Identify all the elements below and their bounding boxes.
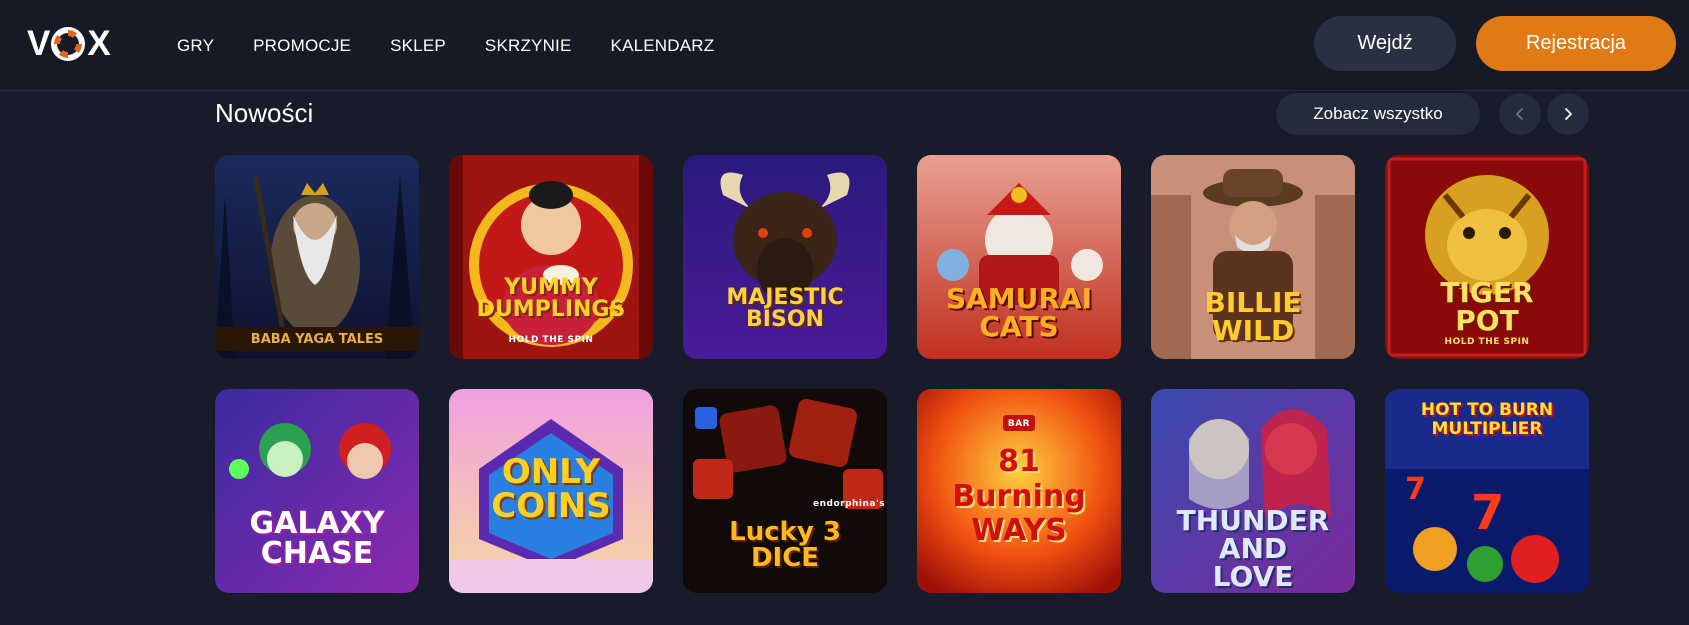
game-brand: endorphina's xyxy=(813,499,886,509)
game-title: GALAXY CHASE xyxy=(249,506,385,571)
top-header: V X GRY PROMOCJE SKLEP SKRZYNIE KALENDAR… xyxy=(0,0,1689,91)
game-tile-hot-to-burn-multiplier[interactable]: 7 7 HOT TO BURN MULTIPLIER xyxy=(1385,389,1589,593)
game-title: THUNDER AND LOVE xyxy=(1176,504,1330,593)
logo-letter-v: V xyxy=(27,24,50,63)
see-all-button[interactable]: Zobacz wszystko xyxy=(1276,93,1480,135)
game-tile-baba-yaga-tales[interactable]: BABA YAGA TALES xyxy=(215,155,419,359)
game-tile-81-burning-ways[interactable]: BAR 81 Burning WAYS xyxy=(917,389,1121,593)
game-tile-tiger-pot[interactable]: TIGER POT HOLD THE SPIN xyxy=(1385,155,1589,359)
game-badge: BAR xyxy=(1007,419,1031,429)
carousel-prev-button[interactable] xyxy=(1499,93,1541,135)
section-title: Nowości xyxy=(215,98,314,128)
nav-item-gry[interactable]: GRY xyxy=(177,36,214,56)
chevron-left-icon xyxy=(1516,108,1523,120)
game-title: BILLIE WILD xyxy=(1204,286,1302,347)
game-tile-majestic-bison[interactable]: MAJESTIC BISON xyxy=(683,155,887,359)
login-button[interactable]: Wejdź xyxy=(1314,16,1456,71)
nav-item-promocje[interactable]: PROMOCJE xyxy=(253,36,351,56)
game-title: MAJESTIC BISON xyxy=(726,285,844,332)
logo-mark-icon xyxy=(51,27,86,61)
game-subtitle: HOLD THE SPIN xyxy=(508,335,594,345)
game-title: Lucky 3 DICE xyxy=(729,517,841,573)
game-subtitle: HOLD THE SPIN xyxy=(1444,337,1530,347)
game-art xyxy=(215,155,419,359)
svg-text:7: 7 xyxy=(1471,485,1504,541)
game-title: HOT TO BURN MULTIPLIER xyxy=(1420,400,1554,439)
main-nav: GRY PROMOCJE SKLEP SKRZYNIE KALENDARZ xyxy=(177,0,753,91)
game-tile-yummy-dumplings[interactable]: YUMMY DUMPLINGS HOLD THE SPIN xyxy=(449,155,653,359)
game-tile-galaxy-chase[interactable]: GALAXY CHASE xyxy=(215,389,419,593)
game-title: Only COINS xyxy=(491,452,611,526)
game-tile-thunder-and-love[interactable]: THUNDER AND LOVE xyxy=(1151,389,1355,593)
game-tile-lucky-3-dice[interactable]: endorphina's Lucky 3 DICE xyxy=(683,389,887,593)
nav-item-kalendarz[interactable]: KALENDARZ xyxy=(611,36,715,56)
game-title: 81 Burning WAYS xyxy=(952,444,1086,548)
game-title: YUMMY DUMPLINGS xyxy=(476,275,626,322)
game-title: BABA YAGA TALES xyxy=(250,332,384,347)
game-tile-billie-wild[interactable]: BILLIE WILD xyxy=(1151,155,1355,359)
game-tile-samurai-cats[interactable]: SAMURAI CATS xyxy=(917,155,1121,359)
register-button[interactable]: Rejestracja xyxy=(1476,16,1676,71)
logo[interactable]: V X xyxy=(27,24,111,63)
game-title: TIGER POT xyxy=(1440,276,1534,337)
svg-text:7: 7 xyxy=(1405,472,1426,507)
game-art xyxy=(449,155,653,359)
carousel-next-button[interactable] xyxy=(1547,93,1589,135)
nav-item-skrzynie[interactable]: SKRZYNIE xyxy=(485,36,572,56)
game-title: SAMURAI CATS xyxy=(945,282,1093,343)
logo-letter-x: X xyxy=(87,24,110,63)
game-tile-only-coins[interactable]: Only COINS xyxy=(449,389,653,593)
chevron-right-icon xyxy=(1565,108,1572,120)
nav-item-sklep[interactable]: SKLEP xyxy=(390,36,446,56)
